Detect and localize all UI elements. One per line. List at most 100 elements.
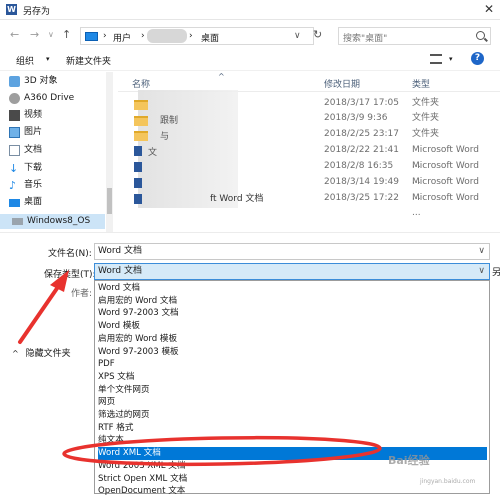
hide-folders-label: 隐藏文件夹 [25, 349, 71, 359]
back-arrow-icon[interactable]: ← [10, 28, 19, 41]
search-box[interactable]: 搜索"桌面" [338, 27, 491, 45]
word-document-icon [134, 146, 142, 156]
filetype-option[interactable]: RTF 格式 [98, 422, 487, 435]
organize-button[interactable]: 组织 [16, 54, 34, 67]
filetype-option[interactable]: Word 97-2003 文档 [98, 307, 487, 320]
file-type: Microsoft Word ... [412, 193, 479, 218]
file-modified-date: 2018/3/17 17:05 [324, 98, 399, 108]
help-icon[interactable]: ? [471, 52, 484, 65]
drive-icon [12, 218, 23, 225]
filetype-option[interactable]: 单个文件网页 [98, 384, 487, 397]
refresh-icon[interactable]: ↻ [313, 28, 322, 41]
sidebar-scrollbar-thumb[interactable] [107, 188, 112, 214]
filename-label: 文件名(N): [48, 249, 92, 259]
filetype-chevron-icon[interactable]: ∨ [478, 264, 485, 279]
filetype-select[interactable]: Word 文档 ∨ [94, 263, 490, 280]
recent-locations-chevron-icon[interactable]: ∨ [48, 30, 54, 39]
sidebar-item-documents[interactable]: 文档 [9, 143, 113, 158]
address-bar[interactable]: › 用户 › › 桌面 [80, 27, 314, 45]
filetype-option[interactable]: XPS 文档 [98, 371, 487, 384]
filetype-option[interactable]: Word 模板 [98, 320, 487, 333]
sidebar-item-label: 3D 对象 [24, 76, 58, 86]
file-modified-date: 2018/2/22 21:41 [324, 145, 399, 155]
filetype-option[interactable]: 启用宏的 Word 模板 [98, 333, 487, 346]
word-document-icon [134, 194, 142, 204]
sidebar-item-label: 桌面 [24, 197, 43, 207]
sidebar-item-windows8-os[interactable]: Windows8_OS [0, 214, 105, 229]
address-history-chevron-icon[interactable]: ∨ [294, 31, 301, 41]
author-label: 作者: [71, 289, 93, 299]
sidebar-item-videos[interactable]: 视频 [9, 108, 113, 123]
file-modified-date: 2018/3/25 17:22 [324, 193, 399, 203]
cube-icon [9, 76, 20, 87]
view-options-chevron-icon[interactable]: ▾ [449, 55, 453, 63]
filename-input[interactable]: Word 文档 ∨ [94, 243, 490, 260]
file-modified-date: 2018/3/14 19:49 [324, 177, 399, 187]
word-document-icon [134, 162, 142, 172]
hide-folders-button[interactable]: ^ 隐藏文件夹 [12, 346, 71, 359]
sidebar-item-label: 下载 [24, 163, 43, 173]
file-modified-date: 2018/2/8 16:35 [324, 161, 394, 171]
file-name-partial: 与 [160, 132, 170, 142]
sidebar-item-a360-drive[interactable]: A360 Drive [9, 91, 113, 106]
file-type: 文件夹 [412, 129, 440, 139]
picture-icon [9, 127, 20, 138]
search-input[interactable]: 搜索"桌面" [343, 31, 387, 44]
filename-chevron-icon[interactable]: ∨ [478, 244, 485, 259]
filetype-value: Word 文档 [98, 266, 142, 276]
breadcrumb-users[interactable]: 用户 [113, 31, 131, 44]
document-icon [9, 145, 20, 156]
view-list-icon[interactable] [430, 54, 442, 64]
title-bar: W 另存为 ✕ [0, 0, 500, 20]
path-separator: › [141, 31, 145, 41]
window-title: 另存为 [23, 7, 51, 17]
folder-icon [134, 131, 148, 141]
file-list-header: 名称 ^ 修改日期 类型 [118, 72, 500, 92]
video-icon [9, 110, 20, 121]
sidebar-item-music[interactable]: ♪ 音乐 [9, 178, 113, 193]
path-separator: › [103, 31, 107, 41]
sort-indicator-icon: ^ [218, 72, 225, 81]
column-header-modified[interactable]: 修改日期 [324, 77, 360, 90]
close-icon[interactable]: ✕ [484, 2, 494, 16]
sidebar-item-3d-objects[interactable]: 3D 对象 [9, 74, 113, 89]
file-name-partial: 跟制 [160, 116, 179, 126]
chevron-up-icon: ^ [12, 349, 19, 358]
search-icon [476, 31, 485, 40]
filetype-option[interactable]: 启用宏的 Word 文档 [98, 295, 487, 308]
sidebar-item-label: A360 Drive [24, 93, 75, 103]
filetype-option[interactable]: 纯文本 [98, 434, 487, 447]
filename-value: Word 文档 [98, 246, 142, 256]
filetype-option[interactable]: Word 文档 [98, 282, 487, 295]
sidebar-item-pictures[interactable]: 图片 [9, 125, 113, 140]
sidebar-item-label: Windows8_OS [27, 216, 91, 226]
filetype-option[interactable]: 网页 [98, 396, 487, 409]
cloud-icon [9, 93, 20, 104]
filetype-dropdown-list[interactable]: Word 文档 启用宏的 Word 文档 Word 97-2003 文档 Wor… [94, 280, 490, 496]
folder-icon [134, 116, 148, 126]
navigation-pane: 3D 对象 A360 Drive 视频 图片 文档 ↓ 下载 ♪ 音乐 桌面 W… [0, 72, 113, 232]
command-toolbar: 组织 ▾ 新建文件夹 ▾ [0, 49, 500, 71]
word-app-icon: W [6, 4, 17, 15]
filetype-option[interactable]: OpenDocument 文本 [98, 485, 487, 496]
column-header-name[interactable]: 名称 [132, 77, 150, 90]
filetype-option[interactable]: Word 97-2003 模板 [98, 346, 487, 359]
sidebar-item-label: 图片 [24, 127, 43, 137]
new-folder-button[interactable]: 新建文件夹 [66, 54, 111, 67]
breadcrumb-desktop[interactable]: 桌面 [201, 31, 219, 44]
filetype-option[interactable]: PDF [98, 358, 487, 371]
organize-chevron-icon: ▾ [46, 55, 50, 63]
forward-arrow-icon[interactable]: → [30, 28, 39, 41]
music-icon: ♪ [9, 179, 17, 192]
up-arrow-icon[interactable]: ↑ [62, 28, 71, 41]
watermark-url: jingyan.baidu.com [420, 478, 476, 485]
path-separator: › [189, 31, 193, 41]
sidebar-item-desktop[interactable]: 桌面 [9, 195, 113, 210]
save-as-dialog: W 另存为 ✕ ← → ∨ ↑ › 用户 › › 桌面 ∨ ↻ 搜索"桌面" 组… [0, 0, 500, 497]
filetype-option[interactable]: 筛选过的网页 [98, 409, 487, 422]
sidebar-item-downloads[interactable]: ↓ 下载 [9, 161, 113, 176]
download-icon: ↓ [9, 162, 19, 175]
column-header-type[interactable]: 类型 [412, 77, 430, 90]
filetype-label: 保存类型(T): [44, 270, 96, 280]
folder-icon [134, 100, 148, 110]
